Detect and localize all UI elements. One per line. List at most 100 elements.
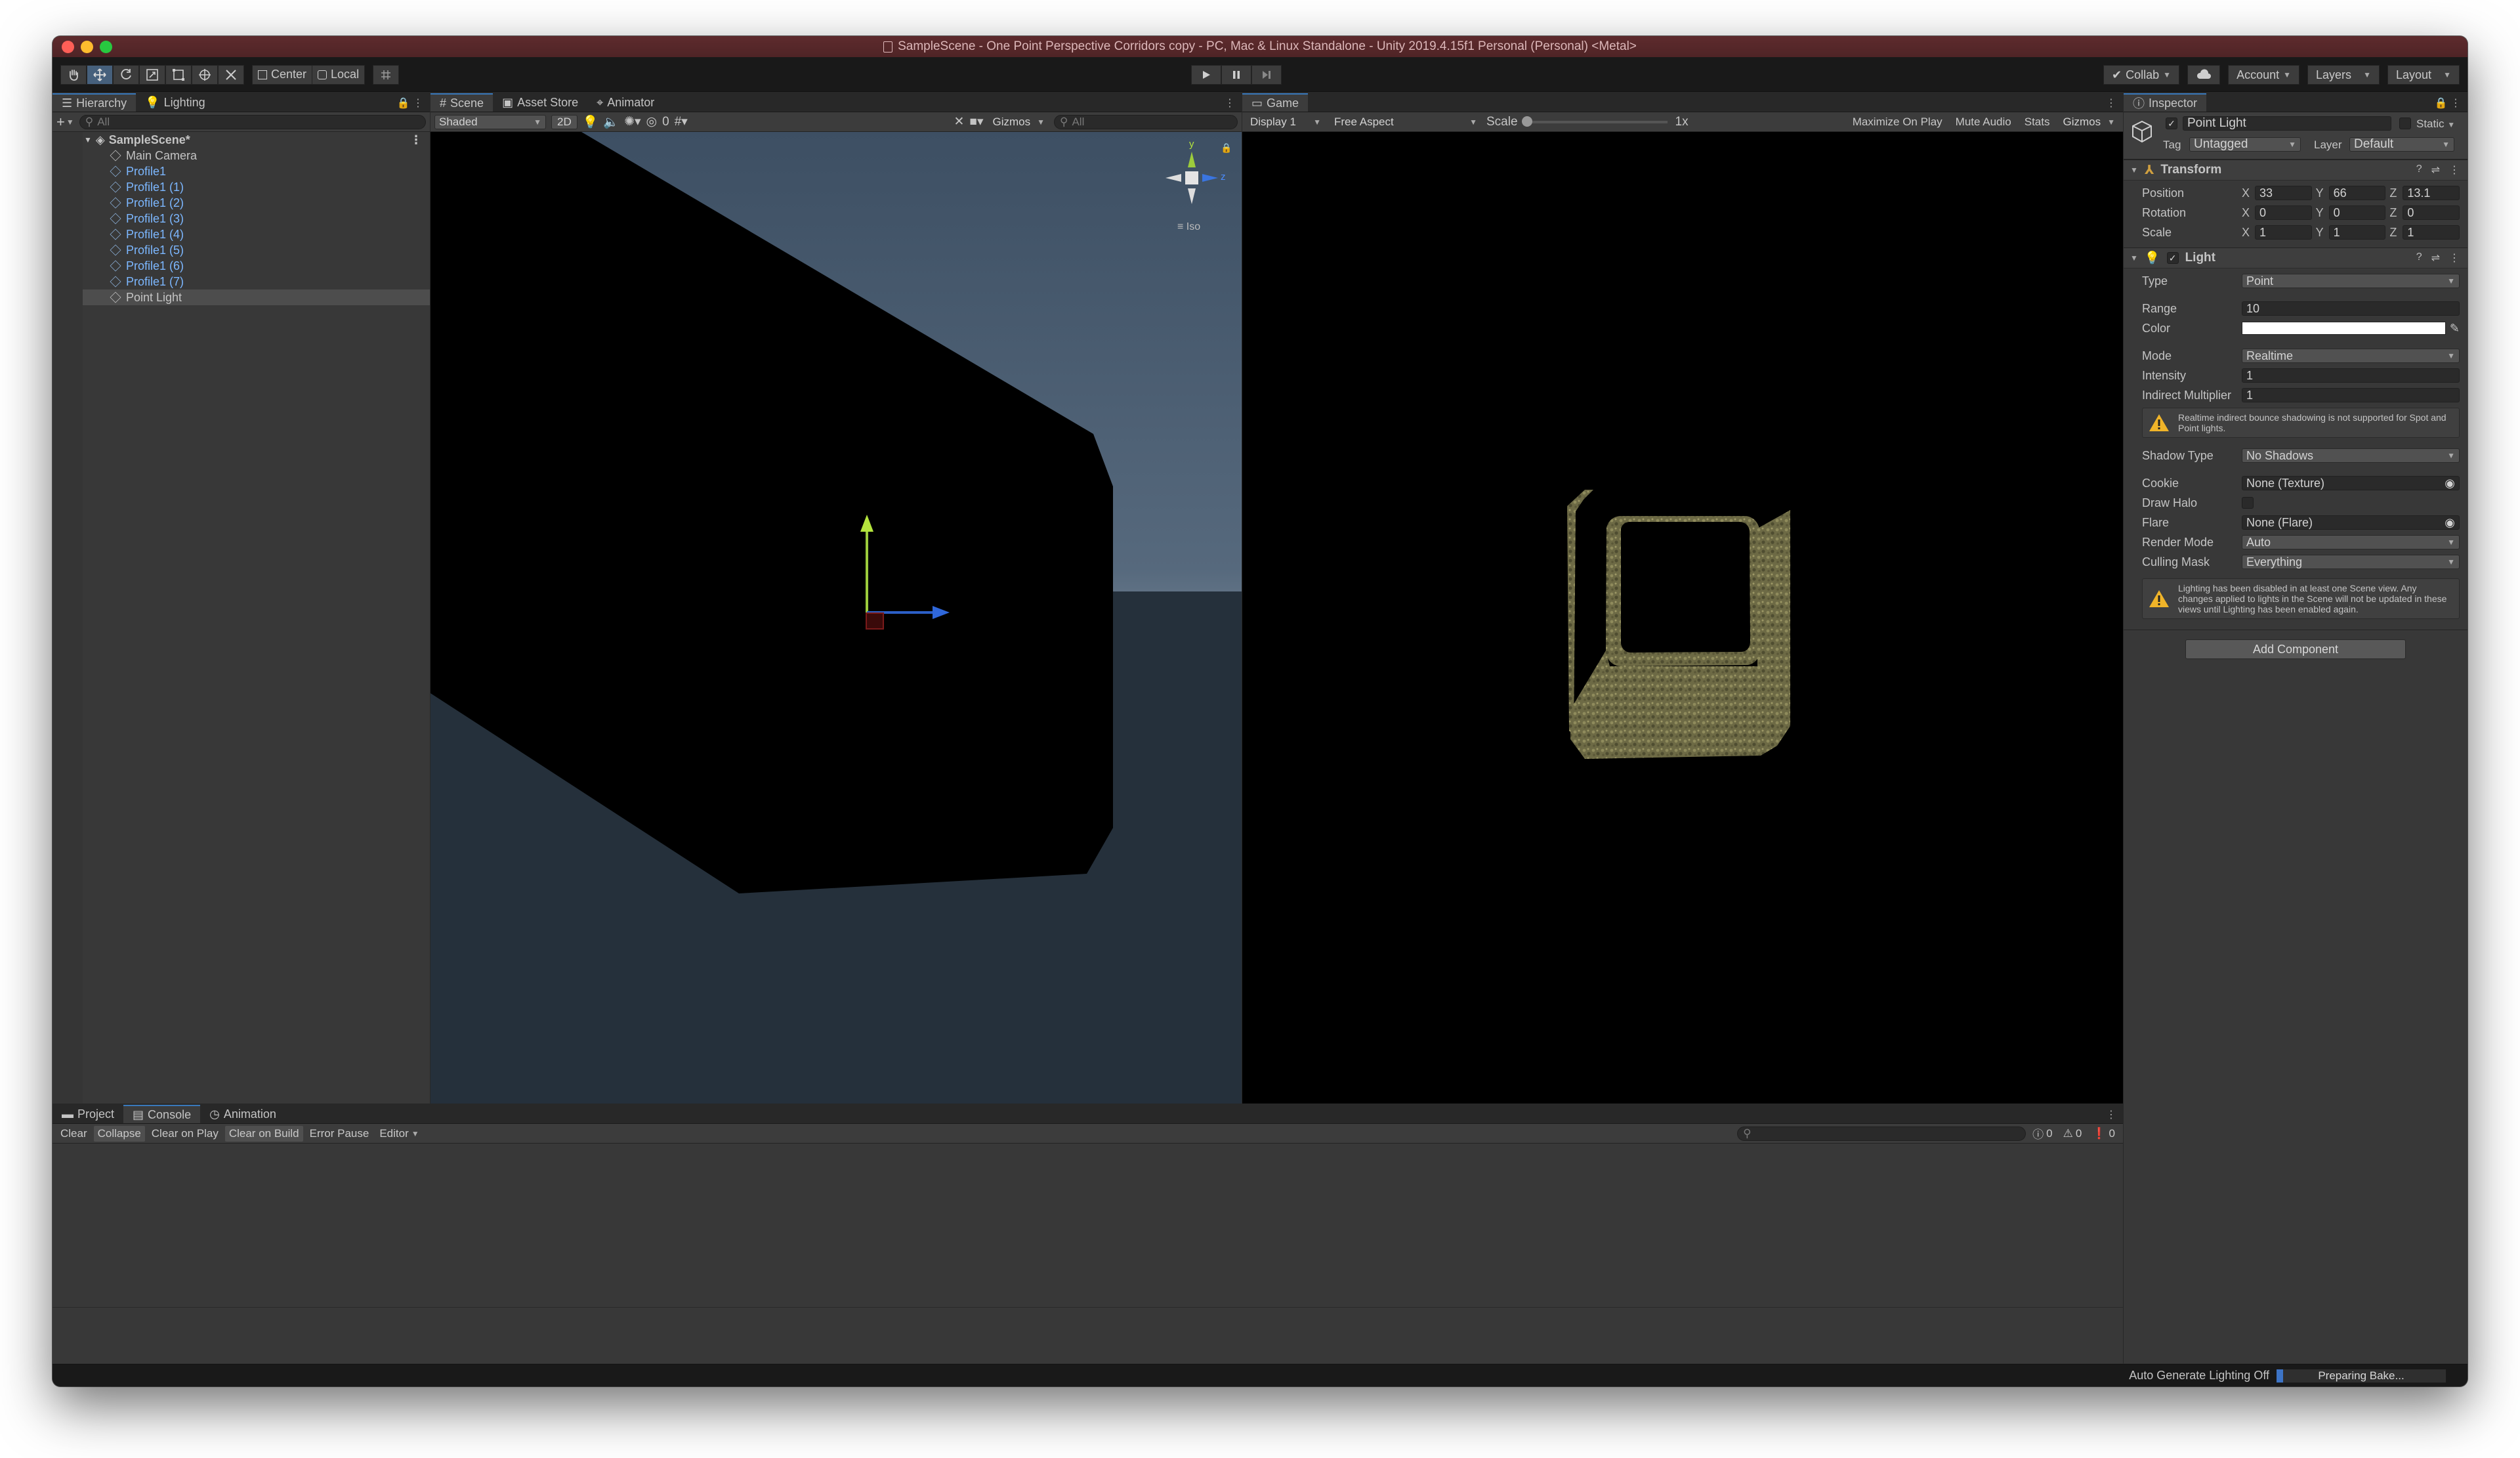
account-dropdown[interactable]: Account ▼ <box>2228 65 2300 85</box>
preset-icon[interactable]: ⇌ <box>2431 163 2440 177</box>
console-error-pause-button[interactable]: Error Pause <box>306 1126 373 1142</box>
mute-audio-button[interactable]: Mute Audio <box>1952 114 2015 130</box>
stats-button[interactable]: Stats <box>2021 114 2054 130</box>
display-dropdown[interactable]: Display 1 ▼ <box>1246 115 1325 129</box>
kebab-menu-icon[interactable]: ⋮ <box>2449 163 2460 177</box>
scene-orientation-gizmo[interactable]: y z 🔒 ≡ Iso <box>1152 139 1232 237</box>
light-component-header[interactable]: ▼ 💡 ✓ Light ? ⇌ ⋮ <box>2124 247 2468 268</box>
warning-filter-toggle[interactable]: ⚠ 0 <box>2059 1126 2086 1142</box>
tab-inspector[interactable]: ⓘ Inspector <box>2124 93 2207 112</box>
hierarchy-item[interactable]: Point Light <box>52 289 430 305</box>
console-tab-menu[interactable]: ⋮ <box>2106 1108 2116 1121</box>
static-dropdown[interactable]: Static ▼ <box>2416 118 2455 131</box>
scale-slider[interactable] <box>1521 116 1668 127</box>
editor-dropdown[interactable]: Editor ▼ <box>375 1126 423 1142</box>
console-collapse-button[interactable]: Collapse <box>93 1125 145 1142</box>
hand-tool-button[interactable] <box>60 64 87 85</box>
light-mode-dropdown[interactable]: Realtime ▼ <box>2242 349 2460 363</box>
rotation-y-input[interactable]: 0 <box>2328 205 2386 220</box>
error-filter-toggle[interactable]: ❗ 0 <box>2088 1126 2119 1142</box>
flare-object-field[interactable]: None (Flare) ◉ <box>2242 515 2460 530</box>
console-clear-on-play-button[interactable]: Clear on Play <box>148 1126 222 1142</box>
iso-label[interactable]: ≡ Iso <box>1177 221 1200 233</box>
hierarchy-tab-menu[interactable]: 🔒 ⋮ <box>397 96 423 110</box>
hierarchy-item[interactable]: Profile1 (4) <box>52 226 430 242</box>
layout-dropdown[interactable]: Layout ▼ <box>2387 65 2460 85</box>
create-dropdown[interactable]: + ▼ <box>56 114 74 131</box>
help-icon[interactable]: ? <box>2416 251 2422 265</box>
play-button[interactable] <box>1191 65 1221 85</box>
scene-search-input[interactable]: ⚲ All <box>1054 114 1238 129</box>
cloud-button[interactable] <box>2187 65 2221 85</box>
kebab-menu-icon[interactable]: ⋮ <box>2449 251 2460 265</box>
maximize-window-button[interactable] <box>100 41 112 53</box>
tab-console[interactable]: ▤ Console <box>123 1105 201 1123</box>
scale-x-input[interactable]: 1 <box>2255 225 2312 240</box>
hierarchy-item[interactable]: Profile1 (7) <box>52 274 430 289</box>
collab-dropdown[interactable]: ✔ Collab ▼ <box>2103 65 2180 85</box>
bake-progress-bar[interactable]: Preparing Bake... <box>2276 1368 2446 1383</box>
inspector-tab-menu[interactable]: 🔒 ⋮ <box>2435 96 2461 110</box>
light-indirect-input[interactable]: 1 <box>2242 388 2460 402</box>
maximize-on-play-button[interactable]: Maximize On Play <box>1849 114 1946 130</box>
cookie-object-field[interactable]: None (Texture) ◉ <box>2242 476 2460 490</box>
console-log-area[interactable] <box>52 1144 2123 1308</box>
tab-asset-store[interactable]: ▣ Asset Store <box>493 93 587 112</box>
hierarchy-search-input[interactable]: ⚲ All <box>79 114 426 129</box>
console-clear-on-build-button[interactable]: Clear on Build <box>224 1125 303 1142</box>
gizmo-y-arrow[interactable] <box>866 528 868 613</box>
light-intensity-input[interactable]: 1 <box>2242 368 2460 383</box>
2d-toggle[interactable]: 2D <box>551 114 578 129</box>
tab-scene[interactable]: # Scene <box>430 93 494 112</box>
object-active-checkbox[interactable]: ✓ <box>2166 118 2177 129</box>
minimize-window-button[interactable] <box>81 41 93 53</box>
auto-lighting-status[interactable]: Auto Generate Lighting Off <box>2129 1369 2269 1383</box>
close-window-button[interactable] <box>62 41 74 53</box>
object-picker-icon[interactable]: ◉ <box>2445 477 2455 490</box>
hierarchy-item[interactable]: Profile1 (5) <box>52 242 430 258</box>
effects-dropdown-icon[interactable]: ✺▾ <box>624 114 640 129</box>
scale-slider-thumb[interactable] <box>1521 116 1532 127</box>
light-type-dropdown[interactable]: Point ▼ <box>2242 274 2460 288</box>
position-y-input[interactable]: 66 <box>2328 186 2386 200</box>
pivot-center-button[interactable]: Center <box>252 64 313 85</box>
gizmo-center-handle[interactable] <box>866 612 884 630</box>
lighting-toggle-icon[interactable]: 💡 <box>583 114 598 130</box>
rotation-z-input[interactable]: 0 <box>2403 205 2460 220</box>
layer-dropdown[interactable]: Default ▼ <box>2349 137 2454 152</box>
camera-dropdown-icon[interactable]: ■▾ <box>969 114 983 129</box>
rotation-x-input[interactable]: 0 <box>2255 205 2312 220</box>
scale-tool-button[interactable] <box>139 64 165 85</box>
kebab-menu-icon[interactable]: ⋮ <box>410 133 422 147</box>
hierarchy-item[interactable]: Main Camera <box>52 148 430 163</box>
console-detail-area[interactable] <box>52 1308 2123 1363</box>
light-enabled-checkbox[interactable]: ✓ <box>2166 252 2179 264</box>
game-gizmos-dropdown[interactable]: Gizmos ▼ <box>2059 115 2119 129</box>
rotate-tool-button[interactable] <box>113 64 139 85</box>
hierarchy-item[interactable]: Profile1 (2) <box>52 195 430 211</box>
tab-animator[interactable]: ⌖ Animator <box>587 93 663 112</box>
hierarchy-item[interactable]: Profile1 (1) <box>52 179 430 195</box>
console-clear-button[interactable]: Clear <box>56 1126 91 1142</box>
hidden-objects-icon[interactable]: ◎ <box>646 114 658 129</box>
hierarchy-item[interactable]: Profile1 (6) <box>52 258 430 274</box>
transform-tool-button[interactable] <box>192 64 218 85</box>
tab-hierarchy[interactable]: ☰ Hierarchy <box>52 93 136 112</box>
draw-halo-checkbox[interactable] <box>2242 497 2254 509</box>
scene-root-row[interactable]: ▼ ◈ SampleScene* ⋮ <box>52 132 430 148</box>
object-name-input[interactable]: Point Light <box>2183 116 2391 131</box>
move-tool-button[interactable] <box>87 64 113 85</box>
tag-dropdown[interactable]: Untagged ▼ <box>2189 137 2301 152</box>
tab-project[interactable]: ▬ Project <box>52 1105 123 1123</box>
game-tab-menu[interactable]: ⋮ <box>2106 96 2116 110</box>
aspect-dropdown[interactable]: Free Aspect ▼ <box>1330 115 1481 129</box>
tab-lighting[interactable]: 💡 Lighting <box>136 93 214 112</box>
scene-tab-menu[interactable]: ⋮ <box>1225 96 1235 110</box>
hierarchy-item[interactable]: Profile1 (3) <box>52 211 430 226</box>
light-color-swatch[interactable] <box>2242 322 2446 335</box>
add-component-button[interactable]: Add Component <box>2185 639 2406 659</box>
grid-snap-button[interactable] <box>373 64 400 85</box>
layers-dropdown[interactable]: Layers ▼ <box>2307 65 2380 85</box>
static-checkbox[interactable] <box>2399 118 2411 129</box>
eyedropper-icon[interactable]: ✎ <box>2450 322 2460 335</box>
